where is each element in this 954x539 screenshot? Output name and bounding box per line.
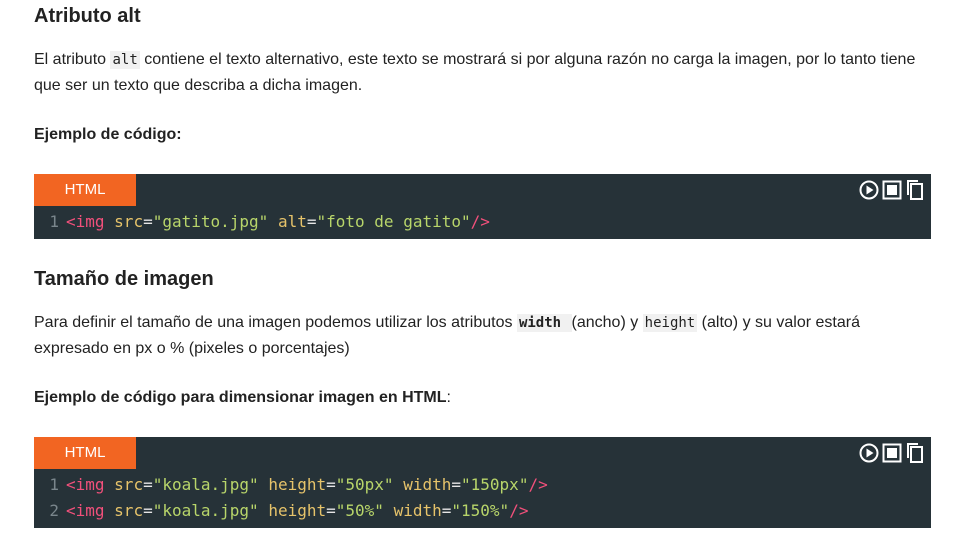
stop-icon[interactable] <box>882 180 902 200</box>
code-tag-open: <img <box>66 501 105 520</box>
code-attr: src <box>114 212 144 231</box>
inline-code-width: width <box>516 314 572 332</box>
code-attr: height <box>268 475 327 494</box>
code-toolbar: HTML <box>34 437 931 469</box>
code-line: 2 <img src="koala.jpg" height="50%" width… <box>34 498 931 524</box>
code-eq: = <box>143 475 153 494</box>
code-tools <box>859 180 925 200</box>
code-eq: = <box>143 212 153 231</box>
section-heading-size: Tamaño de imagen <box>34 268 214 290</box>
copy-icon[interactable] <box>905 443 925 463</box>
language-tab: HTML <box>34 174 136 206</box>
size-description: Para definir el tamaño de una imagen pod… <box>34 310 931 361</box>
copy-icon[interactable] <box>905 180 925 200</box>
code-eq: = <box>326 501 336 520</box>
code-attr: width <box>393 501 442 520</box>
code-eq: = <box>306 212 317 231</box>
line-number: 2 <box>49 501 59 520</box>
inline-code-height: height <box>642 314 698 332</box>
play-icon[interactable] <box>859 180 879 200</box>
code-value: "150%" <box>451 501 510 520</box>
code-tag-open: <img <box>66 475 105 494</box>
code-value: "foto de gatito" <box>316 212 471 231</box>
line-number: 1 <box>49 475 59 494</box>
example-label-2-colon: : <box>446 389 451 406</box>
line-number: 1 <box>49 212 59 231</box>
code-line: 1 <img src="gatito.jpg" alt="foto de gati… <box>34 209 931 235</box>
inline-code-alt: alt <box>110 51 140 69</box>
code-tag-close: /> <box>509 501 529 520</box>
play-icon[interactable] <box>859 443 879 463</box>
alt-description-text-2: contiene el texto alternativo, este text… <box>34 51 916 94</box>
code-value: "koala.jpg" <box>152 475 259 494</box>
code-tag-open: <img <box>66 212 105 231</box>
code-value: "150px" <box>461 475 529 494</box>
code-value: "gatito.jpg" <box>152 212 269 231</box>
code-value: "50px" <box>335 475 394 494</box>
example-label-1: Ejemplo de código: <box>34 126 182 143</box>
code-value: "50%" <box>335 501 384 520</box>
example-label-2-text: Ejemplo de código para dimensionar image… <box>34 389 447 406</box>
alt-description-text-1: El atributo <box>34 51 111 68</box>
code-body: 1 <img src="koala.jpg" height="50px" widt… <box>34 469 931 528</box>
code-toolbar: HTML <box>34 174 931 206</box>
code-attr: alt <box>277 212 307 231</box>
alt-description: El atributo alt contiene el texto altern… <box>34 47 931 98</box>
code-attr: src <box>114 501 144 520</box>
size-description-text-2: (ancho) y <box>571 314 643 331</box>
code-eq: = <box>451 475 462 494</box>
example-label-2: Ejemplo de código para dimensionar image… <box>34 385 451 410</box>
code-value: "koala.jpg" <box>152 501 259 520</box>
size-description-text-1: Para definir el tamaño de una imagen pod… <box>34 314 517 331</box>
section-heading-alt: Atributo alt <box>34 5 141 27</box>
code-tag-close: /> <box>528 475 548 494</box>
code-eq: = <box>326 475 336 494</box>
language-tab: HTML <box>34 437 136 469</box>
code-block-2: HTML 1 <img src="koala.jpg" height="50px"… <box>34 437 931 528</box>
code-eq: = <box>143 501 153 520</box>
code-attr: src <box>114 475 144 494</box>
code-body: 1 <img src="gatito.jpg" alt="foto de gati… <box>34 206 931 239</box>
code-tools <box>859 443 925 463</box>
code-attr: height <box>268 501 327 520</box>
code-block-1: HTML 1 <img src="gatito.jpg" alt="foto de… <box>34 174 931 239</box>
code-eq: = <box>441 501 452 520</box>
code-line: 1 <img src="koala.jpg" height="50px" widt… <box>34 472 931 498</box>
code-attr: width <box>403 475 452 494</box>
code-tag-close: /> <box>470 212 490 231</box>
stop-icon[interactable] <box>882 443 902 463</box>
